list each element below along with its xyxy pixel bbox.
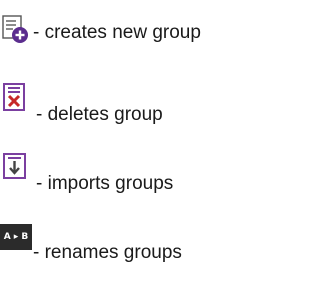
legend-row-rename-groups: A ▸ B - renames groups — [0, 224, 182, 263]
rename-groups-icon: A ▸ B — [0, 224, 32, 250]
import-groups-description: - imports groups — [36, 173, 174, 194]
import-groups-icon — [0, 151, 30, 181]
new-group-description: - creates new group — [33, 22, 201, 43]
delete-group-icon — [0, 82, 30, 112]
legend-row-import-groups: - imports groups — [0, 151, 173, 194]
delete-group-description: - deletes group — [36, 104, 163, 125]
new-group-icon — [0, 14, 30, 44]
legend-row-delete-group: - deletes group — [0, 82, 163, 125]
legend-row-new-group: - creates new group — [0, 14, 201, 44]
rename-groups-description: - renames groups — [33, 242, 182, 263]
